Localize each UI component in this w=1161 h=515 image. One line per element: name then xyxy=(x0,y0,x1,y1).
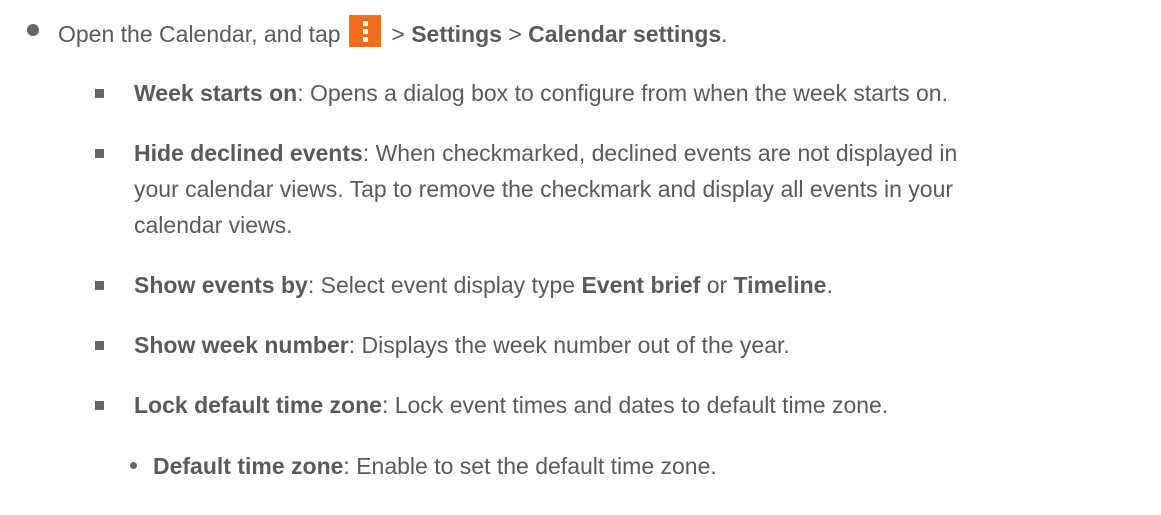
item-desc: : When checkmarked, declined events are … xyxy=(362,140,958,166)
list-item: Hide declined events: When checkmarked, … xyxy=(134,138,957,168)
list-item-continued: your calendar views. Tap to remove the c… xyxy=(134,174,953,204)
list-item: Lock default time zone: Lock event times… xyxy=(134,390,888,420)
item-term: Hide declined events xyxy=(134,140,363,166)
item-term: Show events by xyxy=(134,272,308,298)
square-bullet xyxy=(95,341,104,350)
square-bullet xyxy=(95,149,104,158)
square-bullet xyxy=(95,281,104,290)
item-desc: : Lock event times and dates to default … xyxy=(381,392,889,418)
item-term: Lock default time zone xyxy=(134,392,382,418)
item-desc: calendar views. xyxy=(134,212,293,238)
list-item: Week starts on: Opens a dialog box to co… xyxy=(134,78,948,108)
sub-list-item: Default time zone: Enable to set the def… xyxy=(153,451,717,481)
calendar-settings-term: Calendar settings xyxy=(528,21,722,47)
subitem-term: Default time zone xyxy=(153,453,344,479)
separator: > xyxy=(391,21,405,47)
item-desc: : Displays the week number out of the ye… xyxy=(348,332,790,358)
separator: > xyxy=(508,21,522,47)
square-bullet xyxy=(95,401,104,410)
period: . xyxy=(721,21,728,47)
intro-text: Open the Calendar, and tap xyxy=(58,21,341,47)
item-desc: : Opens a dialog box to configure from w… xyxy=(297,80,948,106)
item-term: Week starts on xyxy=(134,80,298,106)
list-item: Show week number: Displays the week numb… xyxy=(134,330,790,360)
option-event-brief: Event brief xyxy=(581,272,701,298)
item-term: Show week number xyxy=(134,332,349,358)
menu-icon xyxy=(349,15,381,47)
intro-line: Open the Calendar, and tap > Settings > … xyxy=(58,15,728,49)
item-desc: or xyxy=(700,272,734,298)
subitem-desc: : Enable to set the default time zone. xyxy=(343,453,717,479)
square-bullet xyxy=(95,89,104,98)
list-item-continued: calendar views. xyxy=(134,210,293,240)
settings-term: Settings xyxy=(411,21,502,47)
sub-bullet xyxy=(130,462,137,469)
item-desc: your calendar views. Tap to remove the c… xyxy=(134,176,954,202)
period: . xyxy=(826,272,833,298)
list-item: Show events by: Select event display typ… xyxy=(134,270,833,300)
item-desc: : Select event display type xyxy=(307,272,582,298)
bullet-dot xyxy=(27,24,39,36)
option-timeline: Timeline xyxy=(733,272,827,298)
